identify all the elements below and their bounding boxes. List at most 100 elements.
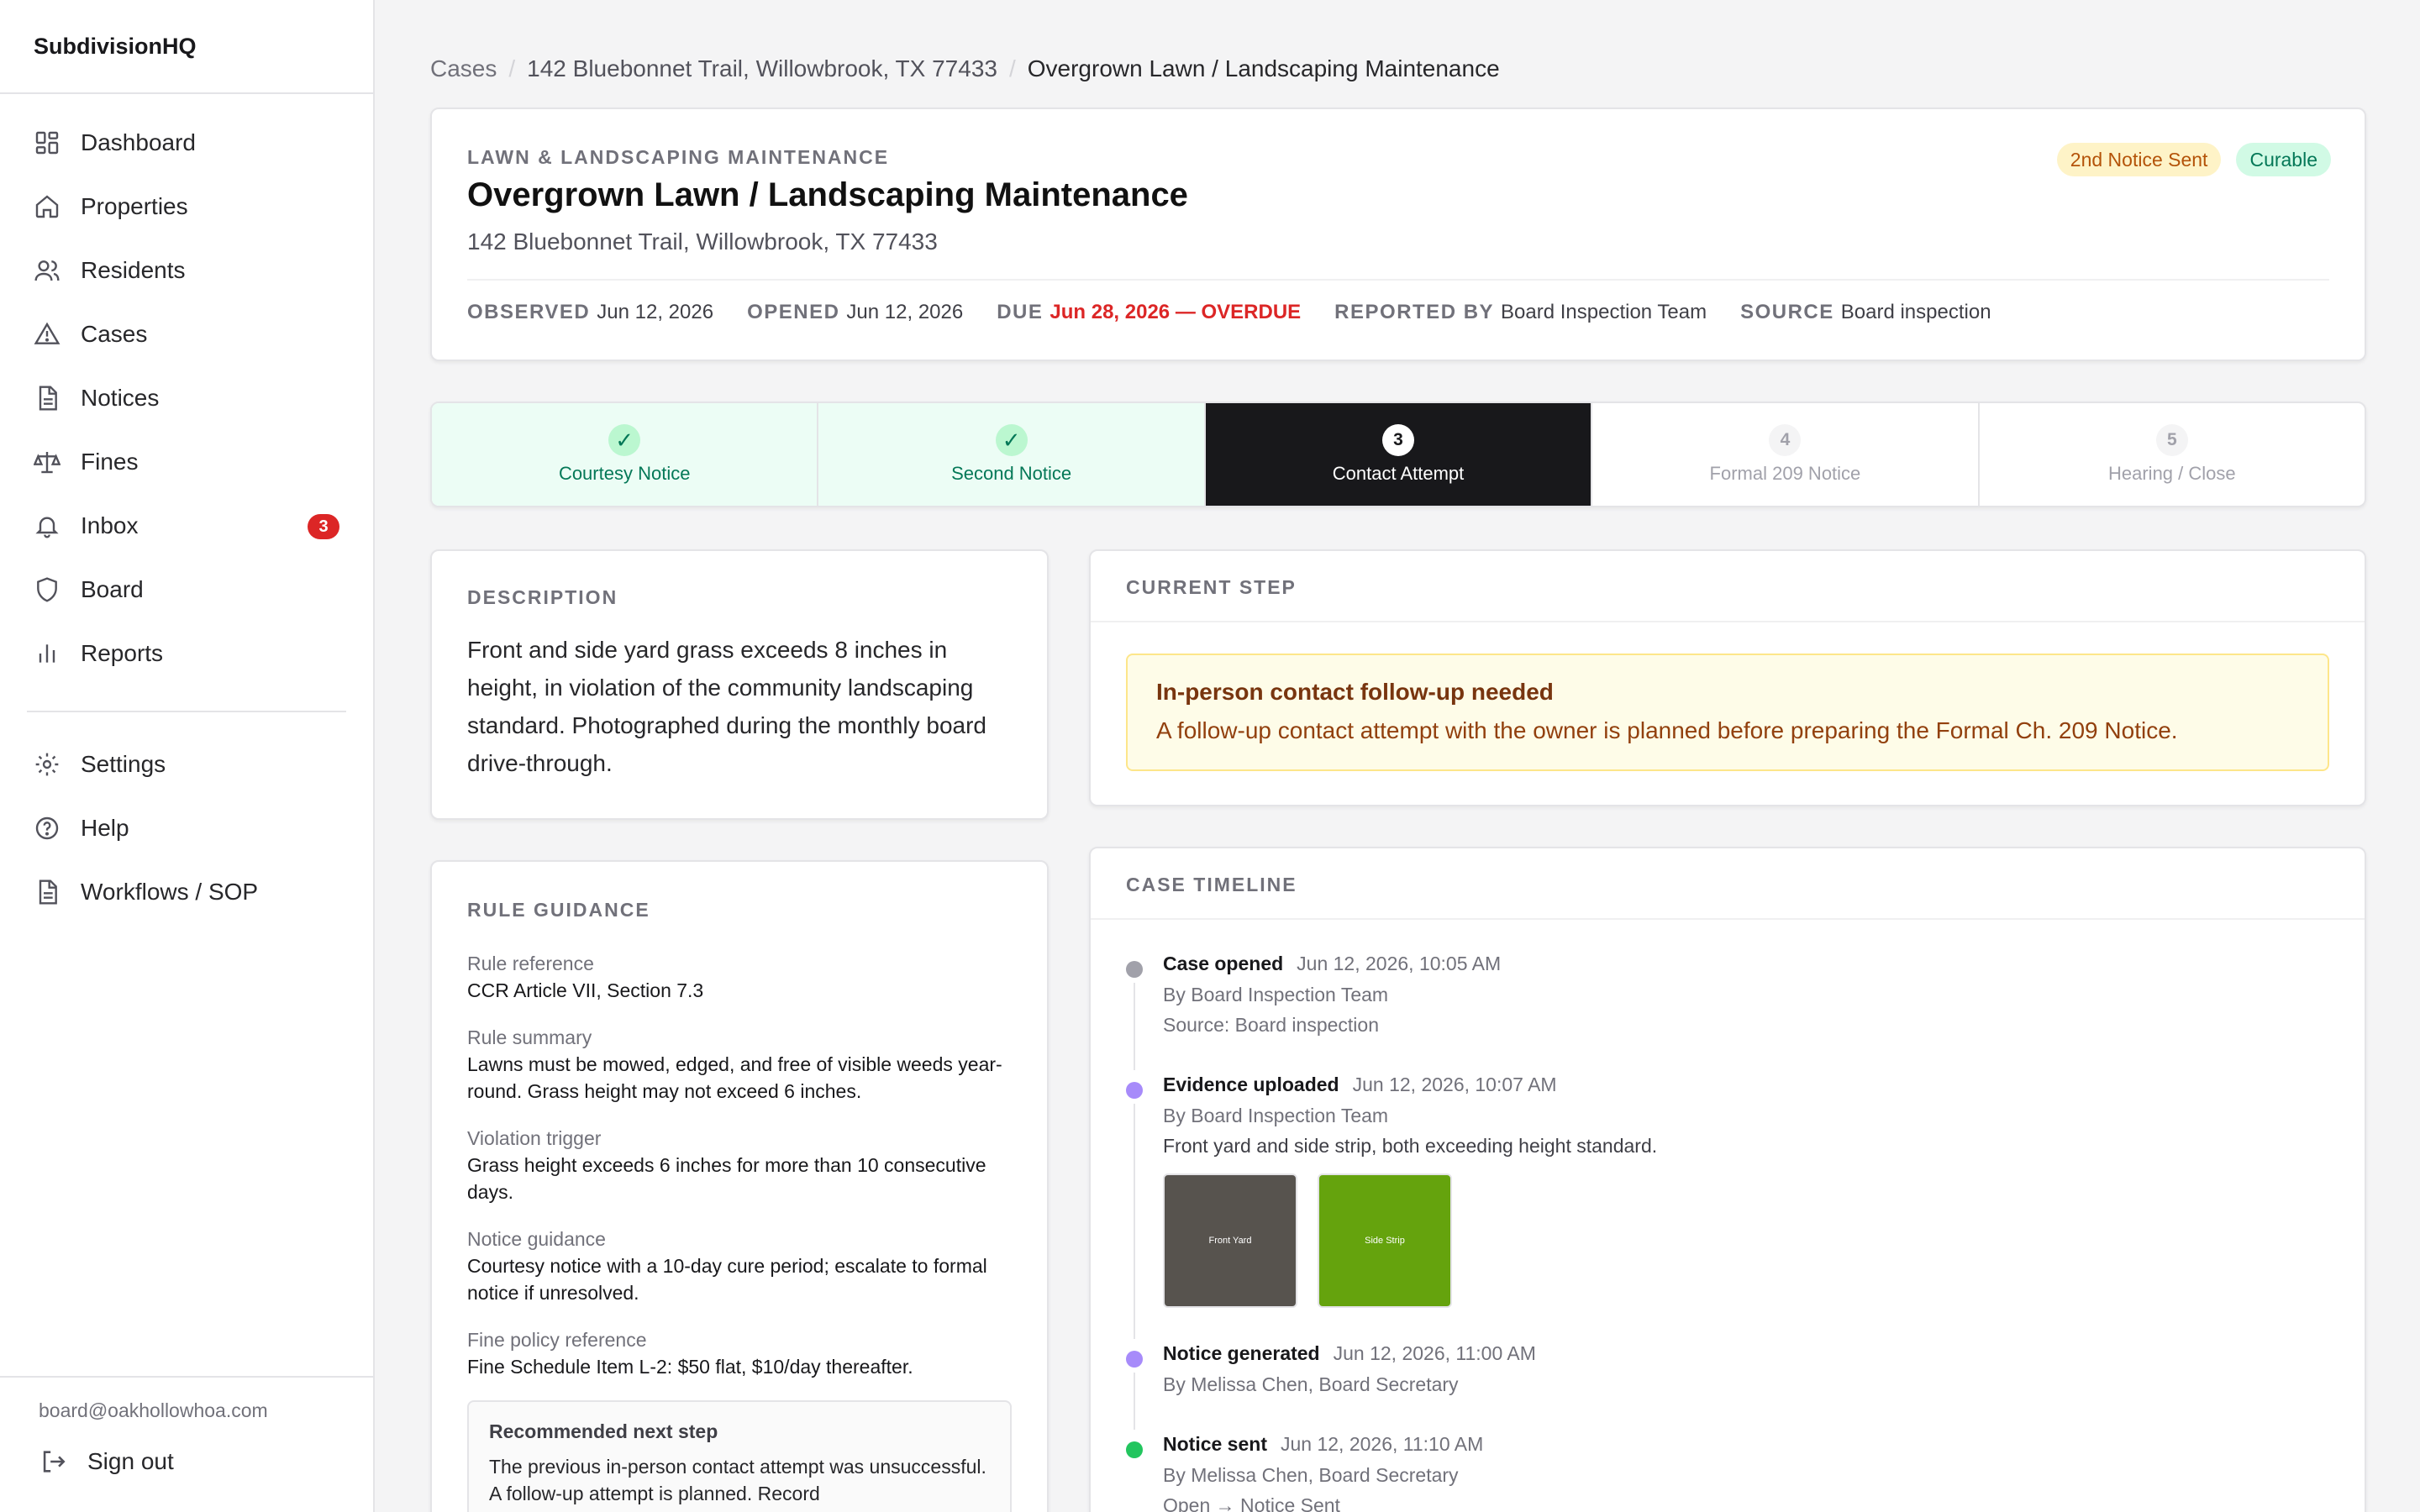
sign-out-button[interactable]: Sign out (39, 1447, 373, 1476)
case-title: Overgrown Lawn / Landscaping Maintenance (467, 176, 1188, 213)
timeline-event: Case opened Jun 12, 2026, 10:05 AM By Boa… (1126, 953, 2329, 1074)
current-step-header: CURRENT STEP (1091, 551, 2365, 622)
sidebar-item-reports[interactable]: Reports (27, 622, 346, 685)
step-formal-209-notice[interactable]: 4 Formal 209 Notice (1592, 403, 1980, 506)
step-number: 3 (1382, 424, 1415, 456)
event-title: Notice generated (1163, 1342, 1320, 1364)
rule-notice-guidance: Notice guidance Courtesy notice with a 1… (467, 1226, 1012, 1306)
bar-chart-icon (34, 640, 60, 667)
case-header-card: LAWN & LANDSCAPING MAINTENANCE Overgrown… (430, 108, 2366, 361)
sidebar-item-fines[interactable]: Fines (27, 430, 346, 494)
check-icon: ✓ (608, 424, 641, 456)
sidebar-item-board[interactable]: Board (27, 558, 346, 622)
step-hearing-close[interactable]: 5 Hearing / Close (1980, 403, 2365, 506)
rule-guidance-heading: RULE GUIDANCE (467, 899, 650, 921)
sidebar-item-properties[interactable]: Properties (27, 175, 346, 239)
sidebar-footer: board@oakhollowhoa.com Sign out (0, 1376, 373, 1512)
meta-due: DUE Jun 28, 2026 — OVERDUE (997, 301, 1301, 324)
recommended-next-step: Recommended next step The previous in-pe… (467, 1400, 1012, 1512)
timeline-connector (1134, 983, 1135, 1070)
event-time: Jun 12, 2026, 10:07 AM (1352, 1074, 1557, 1095)
meta-value-overdue: Jun 28, 2026 — OVERDUE (1050, 301, 1302, 323)
timeline-dot (1126, 961, 1143, 978)
case-meta: OBSERVED Jun 12, 2026 OPENED Jun 12, 2026 … (467, 301, 2025, 324)
timeline-dot (1126, 1441, 1143, 1458)
step-label: Courtesy Notice (558, 463, 691, 484)
event-author: By Melissa Chen, Board Secretary (1163, 1373, 1459, 1395)
event-author: By Board Inspection Team (1163, 1105, 1389, 1126)
sidebar-item-label: Reports (81, 640, 164, 666)
meta-label: OPENED (747, 301, 840, 323)
event-title: Evidence uploaded (1163, 1074, 1339, 1095)
breadcrumb-cases-link[interactable]: Cases (430, 55, 497, 81)
check-icon: ✓ (995, 424, 1028, 456)
step-label: Hearing / Close (2108, 463, 2236, 484)
meta-value: Board inspection (1840, 301, 1991, 323)
sidebar-item-label: Notices (81, 385, 160, 411)
case-category: LAWN & LANDSCAPING MAINTENANCE (467, 146, 890, 168)
evidence-photo-front-yard[interactable]: Front Yard (1163, 1173, 1297, 1308)
sidebar-item-settings[interactable]: Settings (27, 732, 346, 796)
case-address: 142 Bluebonnet Trail, Willowbrook, TX 77… (467, 228, 938, 255)
event-title: Notice sent (1163, 1433, 1267, 1455)
timeline-heading: CASE TIMELINE (1126, 874, 1297, 895)
rule-reference: Rule reference CCR Article VII, Section … (467, 950, 1012, 1004)
gear-icon (34, 751, 60, 778)
timeline-event: Notice sent Jun 12, 2026, 11:10 AM By Mel… (1126, 1433, 2329, 1512)
sidebar-item-label: Dashboard (81, 129, 196, 155)
event-time: Jun 12, 2026, 11:10 AM (1280, 1433, 1484, 1455)
sidebar-item-workflows[interactable]: Workflows / SOP (27, 860, 346, 924)
sidebar-item-label: Workflows / SOP (81, 879, 259, 905)
sidebar-item-label: Fines (81, 449, 139, 475)
step-contact-attempt[interactable]: 3 Contact Attempt (1205, 403, 1593, 506)
sidebar-item-help[interactable]: Help (27, 796, 346, 860)
case-timeline-card: CASE TIMELINE Case opened Jun 12, 2026, 1… (1089, 847, 2366, 1512)
description-text: Front and side yard grass exceeds 8 inch… (467, 637, 986, 776)
timeline-dot (1126, 1351, 1143, 1368)
rule-violation-trigger: Violation trigger Grass height exceeds 6… (467, 1125, 1012, 1205)
event-author: By Melissa Chen, Board Secretary (1163, 1464, 1459, 1486)
sidebar-item-inbox[interactable]: Inbox 3 (27, 494, 346, 558)
rule-value: Lawns must be mowed, edged, and free of … (467, 1053, 1002, 1102)
rule-label: Notice guidance (467, 1228, 606, 1250)
step-label: Contact Attempt (1332, 463, 1465, 484)
sidebar-item-residents[interactable]: Residents (27, 239, 346, 302)
users-icon (34, 257, 60, 284)
step-courtesy-notice[interactable]: ✓ Courtesy Notice (432, 403, 819, 506)
sidebar-item-cases[interactable]: Cases (27, 302, 346, 366)
sidebar-item-dashboard[interactable]: Dashboard (27, 111, 346, 175)
rule-summary: Rule summary Lawns must be mowed, edged,… (467, 1024, 1012, 1105)
sidebar-item-label: Settings (81, 751, 166, 777)
rule-guidance-card: RULE GUIDANCE Rule reference CCR Article… (430, 860, 1049, 1512)
evidence-photo-side-strip[interactable]: Side Strip (1318, 1173, 1452, 1308)
sidebar-item-label: Cases (81, 321, 148, 347)
meta-observed: OBSERVED Jun 12, 2026 (467, 301, 713, 324)
breadcrumb-current: Overgrown Lawn / Landscaping Maintenance (1027, 55, 1500, 81)
sidebar-item-label: Board (81, 576, 144, 602)
header-divider (467, 279, 2329, 281)
meta-value: Board Inspection Team (1501, 301, 1707, 323)
event-note: Open → Notice Sent (1163, 1494, 1340, 1512)
timeline-header: CASE TIMELINE (1091, 848, 2365, 920)
description-heading: DESCRIPTION (467, 586, 618, 608)
sidebar-item-notices[interactable]: Notices (27, 366, 346, 430)
step-label: Second Notice (951, 463, 1072, 484)
step-number: 4 (1769, 424, 1802, 456)
rule-fine-policy: Fine policy reference Fine Schedule Item… (467, 1326, 1012, 1380)
timeline-dot (1126, 1082, 1143, 1099)
notice-status-badge: 2nd Notice Sent (2056, 143, 2222, 176)
rule-value: Fine Schedule Item L-2: $50 flat, $10/da… (467, 1356, 913, 1378)
step-label: Formal 209 Notice (1709, 463, 1861, 484)
timeline-connector (1134, 1104, 1135, 1339)
evidence-photos: Front Yard Side Strip (1163, 1173, 2329, 1308)
meta-label: SOURCE (1740, 301, 1834, 323)
help-icon (34, 815, 60, 842)
rule-label: Fine policy reference (467, 1329, 647, 1351)
scale-icon (34, 449, 60, 475)
breadcrumb-property-link[interactable]: 142 Bluebonnet Trail, Willowbrook, TX 77… (527, 55, 997, 81)
event-author: By Board Inspection Team (1163, 984, 1389, 1005)
event-time: Jun 12, 2026, 10:05 AM (1297, 953, 1502, 974)
user-email: board@oakhollowhoa.com (39, 1399, 268, 1421)
brand-logo[interactable]: SubdivisionHQ (0, 0, 373, 94)
step-second-notice[interactable]: ✓ Second Notice (818, 403, 1206, 506)
